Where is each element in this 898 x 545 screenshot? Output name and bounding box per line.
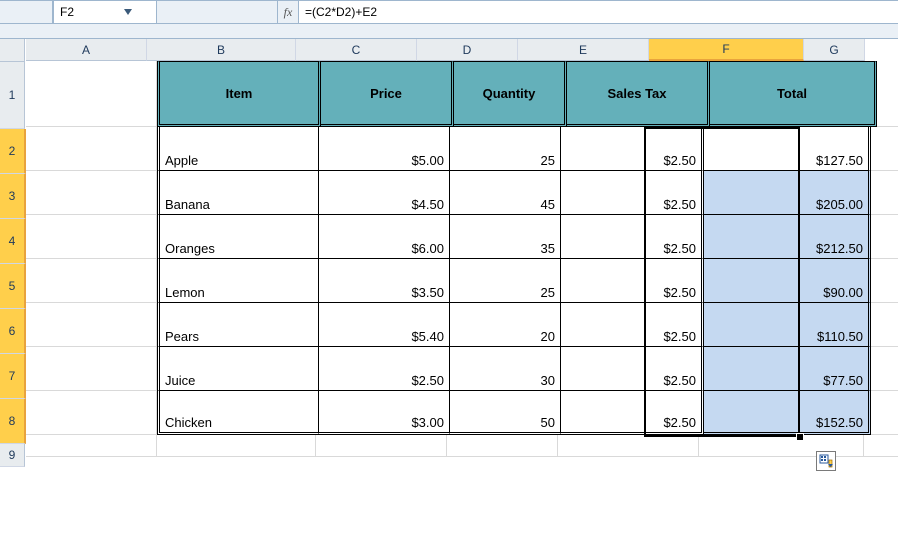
cell-A5[interactable] [26, 259, 157, 303]
cell-E6[interactable]: $2.50 [561, 303, 704, 347]
cell-B8[interactable]: Chicken [157, 391, 319, 435]
cell-F7[interactable]: $77.50 [704, 347, 871, 391]
cell-D1[interactable]: Quantity [454, 61, 567, 127]
name-box[interactable]: F2 [53, 1, 157, 23]
cell-E2[interactable]: $2.50 [561, 127, 704, 171]
cell-G5[interactable] [871, 259, 898, 303]
formula-bar-subbar [0, 24, 898, 39]
cell-D8[interactable]: 50 [450, 391, 561, 435]
col-header-F[interactable]: F [649, 39, 804, 61]
cell-A9[interactable] [26, 435, 157, 457]
cell-D5[interactable]: 25 [450, 259, 561, 303]
formula-bar-left-pad [0, 1, 53, 23]
cell-C3[interactable]: $4.50 [319, 171, 450, 215]
col-header-E[interactable]: E [518, 39, 649, 61]
row-header-8[interactable]: 8 [0, 399, 26, 444]
cell-F4[interactable]: $212.50 [704, 215, 871, 259]
row-header-4[interactable]: 4 [0, 219, 26, 264]
select-all-corner[interactable] [0, 39, 25, 62]
cell-G3[interactable] [871, 171, 898, 215]
cell-G2[interactable] [871, 127, 898, 171]
row-header-9[interactable]: 9 [0, 444, 25, 467]
cell-C5[interactable]: $3.50 [319, 259, 450, 303]
cell-B9[interactable] [157, 435, 316, 457]
cell-E4[interactable]: $2.50 [561, 215, 704, 259]
cell-G9[interactable] [864, 435, 898, 457]
col-header-G[interactable]: G [804, 39, 865, 61]
col-header-C[interactable]: C [296, 39, 417, 61]
cell-D7[interactable]: 30 [450, 347, 561, 391]
cell-A2[interactable] [26, 127, 157, 171]
cell-G1[interactable] [877, 61, 898, 127]
cell-F3[interactable]: $205.00 [704, 171, 871, 215]
row-header-2[interactable]: 2 [0, 129, 26, 174]
cell-B1[interactable]: Item [157, 61, 321, 127]
cell-G6[interactable] [871, 303, 898, 347]
row-header-1[interactable]: 1 [0, 62, 25, 129]
cell-A3[interactable] [26, 171, 157, 215]
cell-B7[interactable]: Juice [157, 347, 319, 391]
cell-B6[interactable]: Pears [157, 303, 319, 347]
cell-B2[interactable]: Apple [157, 127, 319, 171]
row-header-7[interactable]: 7 [0, 354, 26, 399]
cell-C2[interactable]: $5.00 [319, 127, 450, 171]
cell-D3[interactable]: 45 [450, 171, 561, 215]
formula-input[interactable] [299, 1, 898, 23]
name-box-value: F2 [60, 5, 105, 19]
col-header-A[interactable]: A [26, 39, 147, 61]
cell-F8[interactable]: $152.50 [704, 391, 871, 435]
cell-E1[interactable]: Sales Tax [567, 61, 710, 127]
cell-A4[interactable] [26, 215, 157, 259]
cell-F1[interactable]: Total [710, 61, 877, 127]
autofill-options-button[interactable] [816, 451, 836, 471]
formula-bar-spacer [157, 1, 278, 23]
formula-bar: F2 fx [0, 1, 898, 24]
cell-D6[interactable]: 20 [450, 303, 561, 347]
cell-C9[interactable] [316, 435, 447, 457]
cell-D9[interactable] [447, 435, 558, 457]
cell-B4[interactable]: Oranges [157, 215, 319, 259]
cell-A7[interactable] [26, 347, 157, 391]
cell-C8[interactable]: $3.00 [319, 391, 450, 435]
cell-A6[interactable] [26, 303, 157, 347]
cell-D4[interactable]: 35 [450, 215, 561, 259]
cell-G7[interactable] [871, 347, 898, 391]
cell-F6[interactable]: $110.50 [704, 303, 871, 347]
cell-E9[interactable] [558, 435, 699, 457]
cell-E3[interactable]: $2.50 [561, 171, 704, 215]
cell-C6[interactable]: $5.40 [319, 303, 450, 347]
cell-G8[interactable] [871, 391, 898, 435]
cell-E5[interactable]: $2.50 [561, 259, 704, 303]
cell-E7[interactable]: $2.50 [561, 347, 704, 391]
col-header-B[interactable]: B [147, 39, 296, 61]
cell-D2[interactable]: 25 [450, 127, 561, 171]
cell-C4[interactable]: $6.00 [319, 215, 450, 259]
row-header-5[interactable]: 5 [0, 264, 26, 309]
cell-G4[interactable] [871, 215, 898, 259]
spreadsheet-grid[interactable]: 1 2 3 4 5 6 7 8 9 A B C D E F G [0, 39, 898, 467]
name-box-dropdown-icon[interactable] [105, 5, 150, 19]
cell-B3[interactable]: Banana [157, 171, 319, 215]
cell-E8[interactable]: $2.50 [561, 391, 704, 435]
cell-C7[interactable]: $2.50 [319, 347, 450, 391]
col-header-D[interactable]: D [417, 39, 518, 61]
fx-icon[interactable]: fx [278, 1, 299, 23]
cell-C1[interactable]: Price [321, 61, 454, 127]
cell-F9[interactable] [699, 435, 864, 457]
cell-B5[interactable]: Lemon [157, 259, 319, 303]
row-header-6[interactable]: 6 [0, 309, 26, 354]
row-header-3[interactable]: 3 [0, 174, 26, 219]
cell-A8[interactable] [26, 391, 157, 435]
autofill-options-icon [819, 454, 833, 468]
cell-F2[interactable]: $127.50 [704, 127, 871, 171]
fill-handle[interactable] [796, 433, 804, 441]
cell-A1[interactable] [26, 61, 157, 127]
cell-F5[interactable]: $90.00 [704, 259, 871, 303]
